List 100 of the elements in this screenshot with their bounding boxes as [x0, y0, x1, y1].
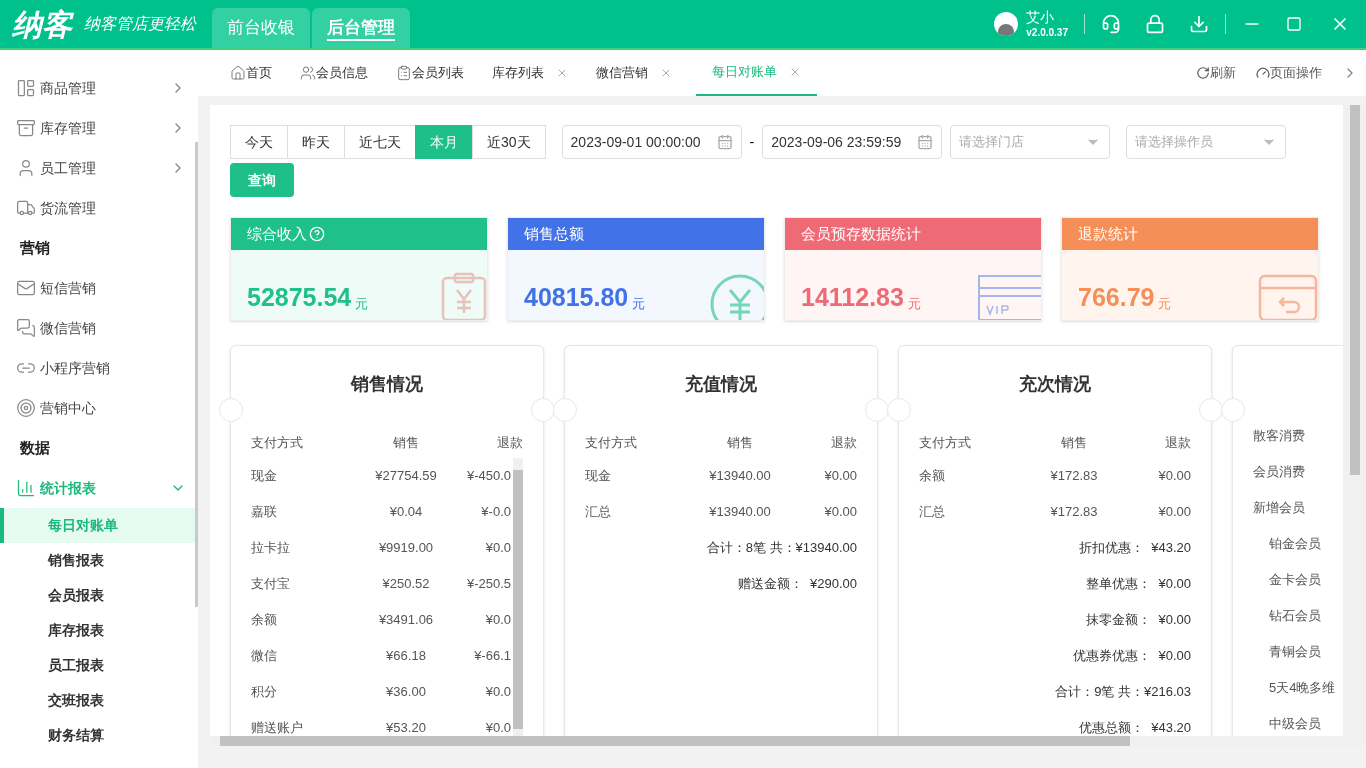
maximize-icon[interactable] [1286, 16, 1302, 32]
sidebar-subitem[interactable]: 员工报表 [0, 648, 198, 683]
column-header: 销售 [726, 434, 754, 453]
card-title: 销售情况 [349, 373, 424, 396]
range-button[interactable]: 昨天 [287, 125, 345, 159]
table-cell-text: ¥36.00 [385, 683, 427, 702]
sidebar-item[interactable]: 短信营销 [0, 268, 198, 308]
table-cell-text: 汇总 [585, 503, 612, 522]
column-header: 退款 [1164, 434, 1191, 453]
sidebar-item[interactable]: 小程序营销 [0, 348, 198, 388]
sidebar-subitem[interactable]: 交班报表 [0, 683, 198, 718]
unit: 元 [1158, 297, 1172, 310]
table-cell-text: 汇总 [919, 503, 946, 522]
page-tab[interactable]: 会员列表 [392, 50, 468, 96]
stat-value: 14112.83 [801, 285, 904, 310]
gauge-icon [1256, 66, 1270, 80]
sidebar-item[interactable]: 营销中心 [0, 388, 198, 428]
range-button[interactable]: 近30天 [472, 125, 546, 159]
column-header: 退款 [496, 434, 523, 453]
download-icon[interactable] [1189, 14, 1209, 34]
page-tab[interactable]: 会员信息 [296, 50, 372, 96]
stat-value: 40815.80 [524, 285, 629, 310]
sidebar-item[interactable]: 库存管理 [0, 108, 198, 148]
user-name: 艾小 [1026, 9, 1056, 27]
lock-icon[interactable] [1145, 14, 1165, 34]
summary-text: 合计：9笔 共：¥216.03 [1055, 683, 1191, 702]
scrollbar[interactable] [513, 458, 523, 736]
summary-text: 合计：8笔 共：¥13940.00 [706, 539, 857, 558]
summary-text: 赠送金额： ¥290.00 [737, 575, 857, 594]
calendar-icon [917, 134, 934, 150]
stat-card-header: 销售总额 [508, 218, 764, 250]
date-field[interactable]: 2023-09-01 00:00:00 [561, 125, 742, 159]
column-header: 销售 [392, 434, 420, 453]
table-cell-text: 支付宝 [251, 575, 291, 594]
stat-value: 52875.54 [247, 285, 352, 310]
table-cell-text: ¥-0.0 [480, 503, 511, 522]
yen-coin-icon [708, 272, 764, 320]
clipboard-yen-icon [441, 272, 487, 320]
refresh-icon [1196, 66, 1210, 80]
column-header: 支付方式 [585, 434, 638, 453]
table-cell-text: ¥250.52 [381, 575, 431, 594]
table-cell-text: ¥0.00 [1157, 467, 1191, 486]
summary-text: 整单优惠： ¥0.00 [1086, 575, 1191, 594]
table-cell-text: 余额 [919, 467, 946, 486]
card-title: 充次情况 [1018, 373, 1092, 396]
unit: 元 [632, 297, 646, 310]
page-tab[interactable]: 库存列表 [488, 50, 572, 96]
return-box-icon [1258, 272, 1318, 320]
table-cell-text: ¥-66.1 [473, 647, 511, 666]
consumption-item: 金卡会员 [1269, 571, 1321, 590]
summary-text: 优惠券优惠： ¥0.00 [1073, 647, 1191, 666]
vip-card-icon [977, 274, 1041, 320]
help-icon[interactable] [309, 226, 325, 242]
table-cell-text: 余额 [251, 611, 278, 630]
table-cell-text: ¥0.04 [388, 503, 424, 522]
page-tab[interactable]: 首页 [226, 50, 276, 96]
table-cell-text: ¥0.0 [484, 683, 511, 702]
summary-text: 优惠总额： ¥43.20 [1079, 719, 1191, 736]
sidebar-subitem[interactable]: 财务结算 [0, 718, 198, 753]
sidebar-subitem[interactable]: 会员报表 [0, 578, 198, 613]
consumption-item: 钻石会员 [1269, 607, 1321, 626]
sidebar-item[interactable]: 员工管理 [0, 148, 198, 188]
page-tab[interactable]: 微信营销 [592, 50, 676, 96]
range-button[interactable]: 今天 [230, 125, 288, 159]
avatar[interactable] [994, 12, 1019, 36]
close-tab-icon[interactable] [660, 67, 672, 79]
consumption-item: 新增会员 [1253, 499, 1305, 518]
sidebar-item[interactable]: 微信营销 [0, 308, 198, 348]
column-header: 支付方式 [919, 434, 972, 453]
tab-action[interactable]: 刷新 [1196, 63, 1236, 83]
table-cell-text: 积分 [251, 683, 278, 702]
table-cell-text: ¥3491.06 [377, 611, 435, 630]
table-cell-text: ¥-250.5 [465, 575, 511, 594]
version: v2.0.0.37 [1026, 26, 1068, 39]
table-cell-text: ¥13940.00 [708, 467, 772, 486]
table-cell-text: 现金 [251, 467, 278, 486]
support-icon[interactable] [1101, 14, 1121, 34]
table-cell-text: ¥0.0 [484, 611, 511, 630]
table-cell-text: ¥0.00 [1157, 503, 1191, 522]
close-tab-icon[interactable] [789, 66, 801, 78]
tab-action[interactable]: 页面操作 [1256, 63, 1322, 83]
sidebar-subitem[interactable]: 库存报表 [0, 613, 198, 648]
sidebar-item[interactable]: 货流管理 [0, 188, 198, 228]
stat-card-header: 退款统计 [1062, 218, 1318, 250]
unit: 元 [907, 297, 921, 310]
date-field[interactable]: 2023-09-06 23:59:59 [762, 125, 943, 159]
logo: 纳客 [12, 6, 72, 43]
consumption-item: 中级会员 [1269, 715, 1321, 734]
sidebar-heading: 数据 [20, 437, 50, 458]
unit: 元 [355, 297, 369, 310]
table-cell-text: ¥0.0 [484, 719, 511, 736]
table-cell-text: 赠送账户 [251, 719, 304, 736]
sidebar-item[interactable]: 商品管理 [0, 68, 198, 108]
table-cell-text: ¥-450.0 [465, 467, 511, 486]
stat-card-header: 会员预存数据统计 [785, 218, 1041, 250]
table-cell-text: 拉卡拉 [251, 539, 291, 558]
stat-card-header: 综合收入 [231, 218, 487, 250]
close-tab-icon[interactable] [556, 67, 568, 79]
sidebar-subitem[interactable]: 销售报表 [0, 543, 198, 578]
table-cell-text: ¥172.83 [1049, 503, 1099, 522]
